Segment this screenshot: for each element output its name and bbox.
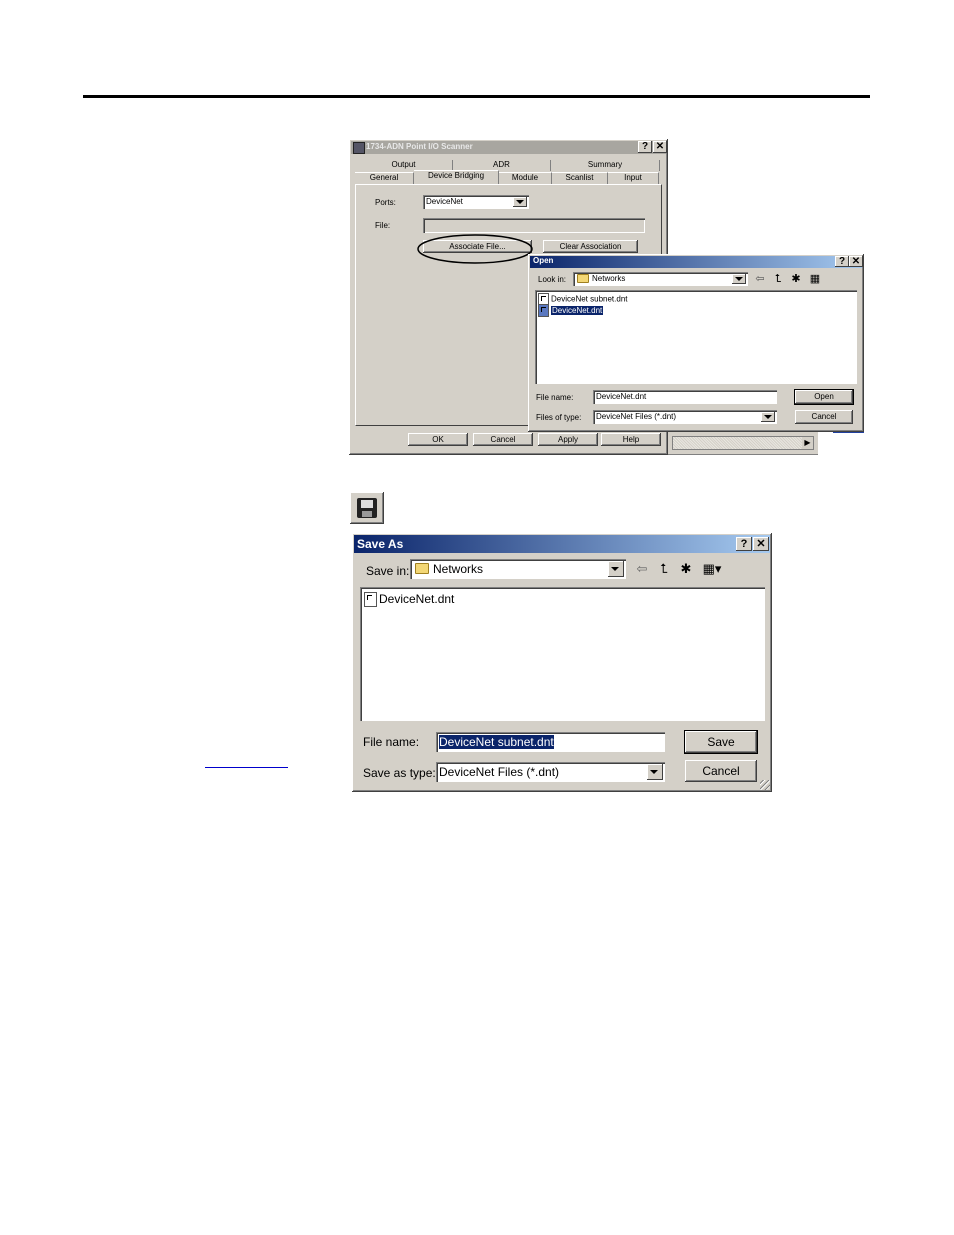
background-window-edge: ▶ xyxy=(668,430,818,455)
highlight-ellipse xyxy=(417,234,533,264)
cancel-button[interactable]: Cancel xyxy=(473,433,533,446)
look-in-label: Look in: xyxy=(538,275,567,284)
open-dialog: Open ? ✕ Look in: Networks ⇦ ⮤ ✱ ▦ Devic… xyxy=(528,254,864,432)
apply-button[interactable]: Apply xyxy=(538,433,598,446)
save-help-button[interactable]: ? xyxy=(736,537,752,551)
scroll-right-icon[interactable]: ▶ xyxy=(802,437,813,449)
save-file-name-label: File name: xyxy=(363,735,420,749)
dnt-file-icon xyxy=(538,304,549,317)
tab-input[interactable]: Input xyxy=(608,172,659,184)
save-titlebar: Save As ? ✕ xyxy=(354,535,770,553)
files-of-type-label: Files of type: xyxy=(536,413,582,422)
folder-icon xyxy=(577,274,589,283)
files-of-type-combo[interactable]: DeviceNet Files (*.dnt) xyxy=(593,410,777,424)
open-file-name-input[interactable]: DeviceNet.dnt xyxy=(593,390,777,404)
resize-grip-icon[interactable] xyxy=(760,780,770,790)
link-underline[interactable] xyxy=(205,767,288,768)
save-as-type-combo[interactable]: DeviceNet Files (*.dnt) xyxy=(436,762,665,782)
chevron-down-icon[interactable] xyxy=(513,197,527,207)
file-name-text: DeviceNet subnet.dnt xyxy=(551,294,628,304)
help-bottom-button[interactable]: Help xyxy=(601,433,661,446)
scanner-title: 1734-ADN Point I/O Scanner xyxy=(366,142,473,151)
new-folder-icon[interactable]: ✱ xyxy=(678,562,694,576)
open-file-name-label: File name: xyxy=(536,393,574,402)
list-item[interactable]: DeviceNet.dnt xyxy=(364,592,455,608)
page-rule xyxy=(83,95,870,98)
files-of-type-value: DeviceNet Files (*.dnt) xyxy=(596,412,677,421)
tab-general[interactable]: General xyxy=(355,172,414,184)
look-in-dropdown-icon[interactable] xyxy=(732,274,746,284)
help-button[interactable]: ? xyxy=(638,141,652,153)
ports-value: DeviceNet xyxy=(426,197,463,206)
floppy-disk-icon[interactable] xyxy=(350,492,384,524)
up-folder-icon[interactable]: ⮤ xyxy=(770,272,786,286)
open-cancel-button[interactable]: Cancel xyxy=(795,410,853,424)
save-in-label: Save in: xyxy=(366,564,410,578)
save-as-type-value: DeviceNet Files (*.dnt) xyxy=(439,765,560,779)
save-file-name-value: DeviceNet subnet.dnt xyxy=(439,735,554,749)
dnt-file-icon xyxy=(364,592,377,608)
floppy-body xyxy=(357,498,377,518)
open-help-button[interactable]: ? xyxy=(835,256,849,267)
save-as-type-label: Save as type: xyxy=(363,766,436,780)
back-icon[interactable]: ⇦ xyxy=(752,272,768,286)
ok-button[interactable]: OK xyxy=(408,433,468,446)
file-label: File: xyxy=(375,221,391,230)
save-in-combo[interactable]: Networks xyxy=(410,559,626,579)
clear-association-button[interactable]: Clear Association xyxy=(543,240,638,253)
view-menu-icon[interactable]: ▦ xyxy=(807,272,823,286)
save-cancel-button[interactable]: Cancel xyxy=(685,760,757,782)
save-as-dialog: Save As ? ✕ Save in: Networks ⇦ ⮤ ✱ ▦▾ D… xyxy=(352,533,772,792)
save-title: Save As xyxy=(357,537,404,551)
files-of-type-dropdown-icon[interactable] xyxy=(761,412,775,422)
open-button[interactable]: Open xyxy=(794,389,854,405)
folder-icon xyxy=(415,563,429,574)
view-menu-icon[interactable]: ▦▾ xyxy=(701,562,723,576)
save-button[interactable]: Save xyxy=(684,730,758,754)
close-icon[interactable]: ✕ xyxy=(653,141,667,153)
save-file-list[interactable]: DeviceNet.dnt xyxy=(360,587,765,721)
save-as-type-dropdown-icon[interactable] xyxy=(647,764,663,780)
tab-summary[interactable]: Summary xyxy=(551,160,660,171)
tab-scanlist[interactable]: Scanlist xyxy=(552,172,608,184)
ports-label: Ports: xyxy=(375,198,396,207)
tab-device-bridging[interactable]: Device Bridging xyxy=(414,170,499,184)
ports-combo[interactable]: DeviceNet xyxy=(423,195,529,209)
new-folder-icon[interactable]: ✱ xyxy=(788,272,804,286)
up-folder-icon[interactable]: ⮤ xyxy=(656,562,672,576)
open-titlebar: Open ? ✕ xyxy=(530,256,863,268)
open-title: Open xyxy=(533,256,554,265)
open-close-icon[interactable]: ✕ xyxy=(849,256,863,267)
look-in-combo[interactable]: Networks xyxy=(573,272,748,286)
tab-module[interactable]: Module xyxy=(499,172,552,184)
save-in-value: Networks xyxy=(433,562,484,576)
file-field[interactable] xyxy=(423,218,645,233)
file-name-text: DeviceNet.dnt xyxy=(379,592,455,606)
save-file-name-input[interactable]: DeviceNet subnet.dnt xyxy=(436,732,665,752)
save-close-icon[interactable]: ✕ xyxy=(753,537,769,551)
horizontal-scrollbar[interactable]: ▶ xyxy=(672,436,814,450)
open-file-list[interactable]: DeviceNet subnet.dnt DeviceNet.dnt xyxy=(535,290,857,384)
save-in-dropdown-icon[interactable] xyxy=(608,561,624,577)
scanner-titlebar: 1734-ADN Point I/O Scanner ? ✕ xyxy=(351,141,667,154)
look-in-value: Networks xyxy=(592,274,626,283)
back-icon[interactable]: ⇦ xyxy=(634,562,650,576)
list-item-selected[interactable]: DeviceNet.dnt xyxy=(538,304,604,317)
floppy-label xyxy=(361,500,373,508)
file-name-text: DeviceNet.dnt xyxy=(551,305,604,315)
open-file-name-value: DeviceNet.dnt xyxy=(596,392,647,401)
floppy-shutter xyxy=(362,511,372,517)
app-icon xyxy=(353,142,365,154)
